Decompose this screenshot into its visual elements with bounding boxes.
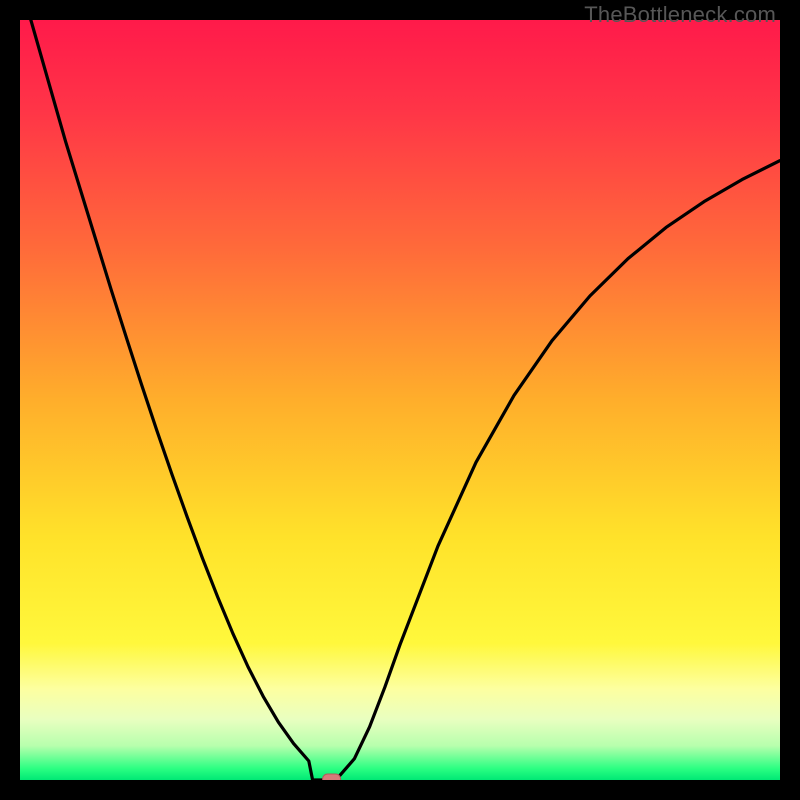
chart-frame	[20, 20, 780, 780]
bottleneck-curve	[20, 20, 780, 780]
optimum-marker	[323, 774, 341, 780]
plot-area	[20, 20, 780, 780]
watermark-text: TheBottleneck.com	[584, 2, 776, 28]
